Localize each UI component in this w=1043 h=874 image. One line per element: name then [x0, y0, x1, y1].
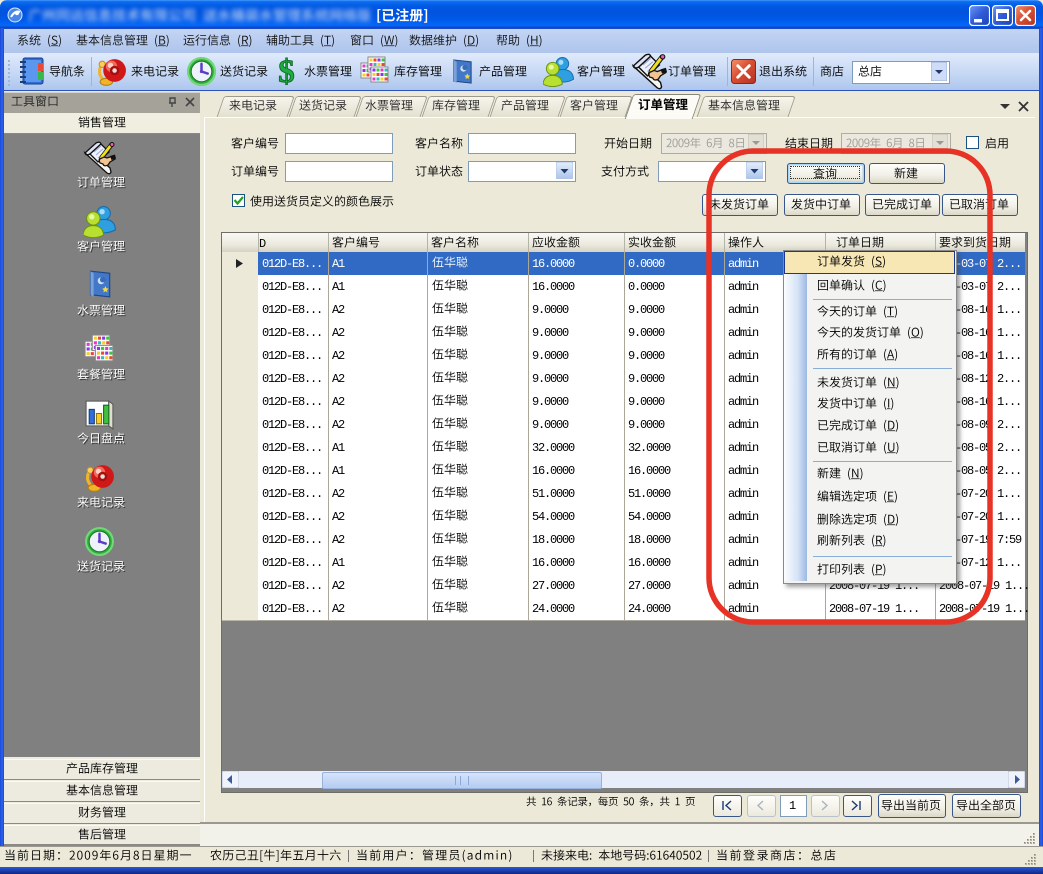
- svg-text:$: $: [278, 56, 294, 87]
